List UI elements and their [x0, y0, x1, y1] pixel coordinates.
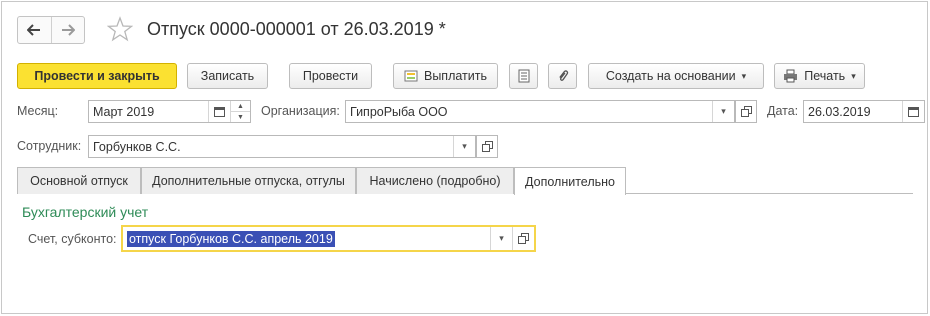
tab-additional-vacations[interactable]: Дополнительные отпуска, отгулы: [141, 167, 356, 194]
chevron-down-icon: ▾: [721, 106, 726, 116]
attach-button[interactable]: [548, 63, 577, 89]
money-icon: [404, 70, 418, 82]
employee-field[interactable]: Горбунков С.С. ▾: [88, 135, 476, 158]
tab-main-vacation[interactable]: Основной отпуск: [17, 167, 141, 194]
tab-label: Дополнительные отпуска, отгулы: [152, 174, 345, 188]
post-and-close-label: Провести и закрыть: [34, 69, 160, 83]
post-button[interactable]: Провести: [289, 63, 372, 89]
month-label: Месяц:: [17, 104, 59, 118]
favorite-star-icon[interactable]: [106, 16, 134, 42]
organization-field[interactable]: ГипроРыба ООО ▾: [345, 100, 735, 123]
employee-open-button[interactable]: [476, 135, 498, 158]
tab-additional[interactable]: Дополнительно: [514, 167, 626, 195]
date-label: Дата:: [767, 104, 799, 118]
date-calendar-button[interactable]: [902, 101, 924, 122]
arrow-right-icon: [61, 24, 75, 36]
print-label: Печать: [804, 69, 846, 83]
post-label: Провести: [302, 69, 359, 83]
back-button[interactable]: [18, 17, 51, 43]
paperclip-icon: [558, 70, 568, 81]
tab-label: Основной отпуск: [30, 174, 128, 188]
caret-down-icon: ▾: [741, 70, 747, 81]
employee-value: Горбунков С.С.: [93, 139, 181, 154]
account-label: Счет, субконто:: [28, 232, 117, 246]
nav-group: [17, 16, 85, 44]
month-value: Март 2019: [93, 104, 155, 119]
list-button[interactable]: [509, 63, 538, 89]
employee-dropdown-button[interactable]: ▾: [453, 136, 475, 157]
create-based-on-label: Создать на основании: [605, 69, 736, 83]
date-value: 26.03.2019: [808, 104, 871, 119]
employee-label: Сотрудник:: [17, 139, 82, 153]
spin-up-icon[interactable]: ▲: [231, 101, 250, 111]
page-title: Отпуск 0000-000001 от 26.03.2019 *: [147, 19, 446, 39]
organization-label: Организация:: [261, 104, 340, 118]
account-field[interactable]: отпуск Горбунков С.С. апрель 2019 ▾: [121, 225, 536, 252]
calendar-button[interactable]: [208, 101, 230, 122]
organization-open-button[interactable]: [735, 100, 757, 123]
list-icon: [518, 69, 529, 83]
open-window-icon: [740, 106, 752, 117]
create-based-on-button[interactable]: Создать на основании ▾: [588, 63, 764, 89]
forward-button[interactable]: [50, 17, 85, 43]
open-window-icon: [518, 233, 529, 244]
post-and-close-button[interactable]: Провести и закрыть: [17, 63, 177, 89]
chevron-down-icon: ▾: [499, 233, 504, 243]
calendar-icon: [908, 107, 919, 117]
date-field[interactable]: 26.03.2019: [803, 100, 925, 123]
save-label: Записать: [200, 69, 255, 83]
pay-label: Выплатить: [423, 69, 487, 83]
caret-down-icon: ▾: [851, 70, 856, 81]
calendar-icon: [214, 107, 225, 117]
month-spinner[interactable]: ▲ ▼: [230, 101, 250, 122]
tab-label: Дополнительно: [525, 174, 615, 189]
tab-accrued-details[interactable]: Начислено (подробно): [356, 167, 514, 194]
print-button[interactable]: Печать ▾: [774, 63, 865, 89]
printer-icon: [784, 69, 798, 83]
account-value: отпуск Горбунков С.С. апрель 2019: [127, 230, 335, 247]
account-open-button[interactable]: [512, 227, 534, 250]
pay-button[interactable]: Выплатить: [393, 63, 498, 89]
chevron-down-icon: ▾: [462, 141, 467, 151]
save-button[interactable]: Записать: [187, 63, 268, 89]
organization-value: ГипроРыба ООО: [350, 104, 448, 119]
tab-label: Начислено (подробно): [369, 174, 501, 188]
arrow-left-icon: [27, 24, 41, 36]
month-field[interactable]: Март 2019 ▲ ▼: [88, 100, 251, 123]
open-window-icon: [481, 141, 493, 152]
spin-down-icon[interactable]: ▼: [231, 111, 250, 122]
account-dropdown-button[interactable]: ▾: [490, 227, 512, 250]
accounting-section-title: Бухгалтерский учет: [22, 204, 149, 220]
organization-dropdown-button[interactable]: ▾: [712, 101, 734, 122]
